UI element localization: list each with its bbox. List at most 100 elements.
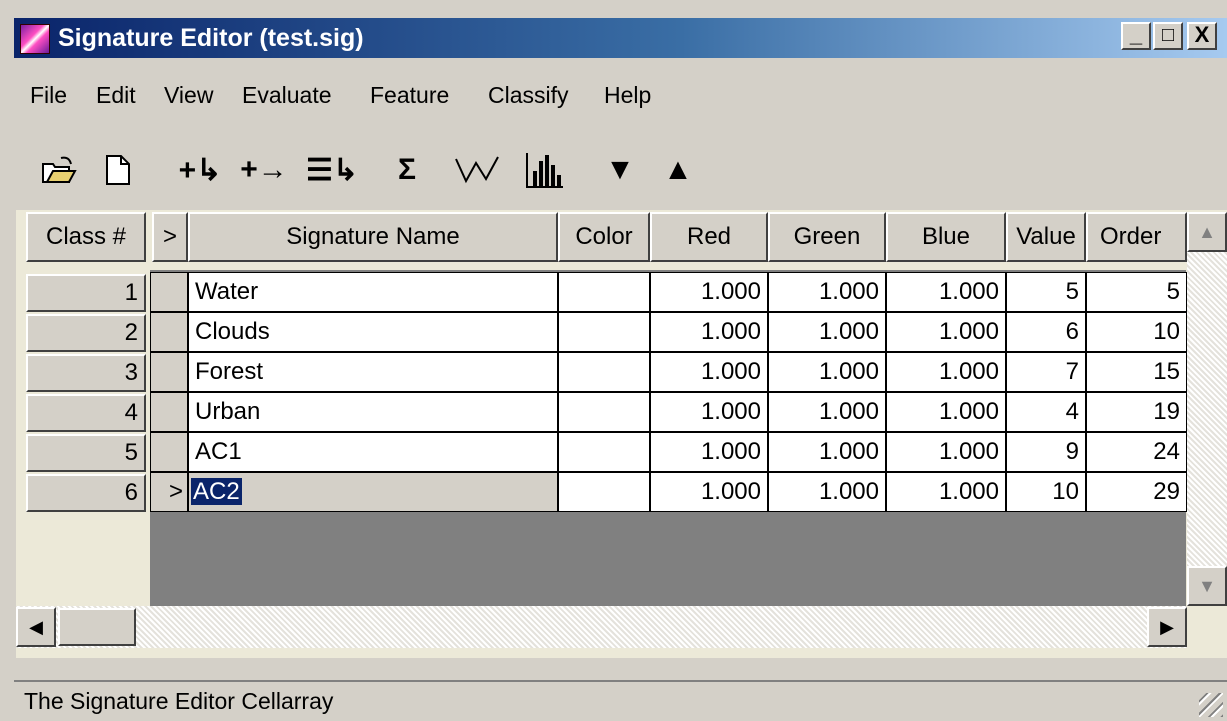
maximize-button[interactable]: □ <box>1153 22 1183 50</box>
row-marker[interactable] <box>150 312 188 352</box>
cell-value[interactable]: 10 <box>1006 472 1086 512</box>
cell-value[interactable]: 7 <box>1006 352 1086 392</box>
menu-classify[interactable]: Classify <box>488 82 569 109</box>
cell-blue[interactable]: 1.000 <box>886 392 1006 432</box>
cell-color[interactable] <box>558 312 650 352</box>
menu-file[interactable]: File <box>30 82 67 109</box>
scroll-right-icon[interactable]: ▶ <box>1147 607 1187 647</box>
move-down-icon[interactable]: ▼ <box>596 142 644 198</box>
cell-order[interactable]: 15 <box>1086 352 1187 392</box>
cell-order[interactable]: 10 <box>1086 312 1187 352</box>
cell-value[interactable]: 5 <box>1006 272 1086 312</box>
append-icon[interactable]: ☰↳ <box>304 142 360 198</box>
cell-blue[interactable]: 1.000 <box>886 432 1006 472</box>
row-marker[interactable]: > <box>150 472 188 512</box>
scroll-down-icon[interactable]: ▼ <box>1187 566 1227 606</box>
close-button[interactable]: X <box>1187 22 1217 50</box>
row-header[interactable]: 2 <box>26 314 146 352</box>
menu-help[interactable]: Help <box>604 82 651 109</box>
row-marker[interactable] <box>150 272 188 312</box>
status-text: The Signature Editor Cellarray <box>24 688 334 714</box>
title-bar[interactable]: Signature Editor (test.sig) _ □ X <box>14 18 1227 58</box>
header-value[interactable]: Value <box>1006 212 1086 262</box>
cell-red[interactable]: 1.000 <box>650 272 768 312</box>
new-file-icon[interactable] <box>96 142 140 198</box>
resize-grip-icon[interactable] <box>1199 693 1223 717</box>
header-order[interactable]: Order <box>1086 212 1187 262</box>
cell-red[interactable]: 1.000 <box>650 392 768 432</box>
cell-green[interactable]: 1.000 <box>768 472 886 512</box>
cell-red[interactable]: 1.000 <box>650 312 768 352</box>
cell-value[interactable]: 9 <box>1006 432 1086 472</box>
cell-order[interactable]: 29 <box>1086 472 1187 512</box>
cell-green[interactable]: 1.000 <box>768 432 886 472</box>
selected-text: AC2 <box>191 478 242 505</box>
menu-bar: File Edit View Evaluate Feature Classify… <box>14 60 1227 132</box>
header-marker[interactable]: > <box>152 212 188 262</box>
row-marker[interactable] <box>150 432 188 472</box>
horizontal-scroll-thumb[interactable] <box>58 608 136 646</box>
merge-icon[interactable]: +→ <box>236 142 292 198</box>
cell-blue[interactable]: 1.000 <box>886 312 1006 352</box>
cell-color[interactable] <box>558 352 650 392</box>
cell-green[interactable]: 1.000 <box>768 392 886 432</box>
row-marker[interactable] <box>150 352 188 392</box>
move-up-icon[interactable]: ▲ <box>654 142 702 198</box>
histogram-icon[interactable] <box>520 142 570 198</box>
cell-green[interactable]: 1.000 <box>768 272 886 312</box>
menu-evaluate[interactable]: Evaluate <box>242 82 332 109</box>
cell-value[interactable]: 4 <box>1006 392 1086 432</box>
cell-green[interactable]: 1.000 <box>768 312 886 352</box>
cell-red[interactable]: 1.000 <box>650 432 768 472</box>
header-red[interactable]: Red <box>650 212 768 262</box>
cell-order[interactable]: 5 <box>1086 272 1187 312</box>
menu-view[interactable]: View <box>164 82 213 109</box>
signature-editor-window: Signature Editor (test.sig) _ □ X File E… <box>0 0 1227 719</box>
cell-green[interactable]: 1.000 <box>768 352 886 392</box>
cell-red[interactable]: 1.000 <box>650 352 768 392</box>
header-signature-name[interactable]: Signature Name <box>188 212 558 262</box>
row-header[interactable]: 3 <box>26 354 146 392</box>
cell-blue[interactable]: 1.000 <box>886 472 1006 512</box>
header-class-number[interactable]: Class # <box>26 212 146 262</box>
add-row-icon[interactable]: +↳ <box>172 142 228 198</box>
cell-color[interactable] <box>558 472 650 512</box>
open-folder-icon[interactable] <box>34 142 84 198</box>
cell-value[interactable]: 6 <box>1006 312 1086 352</box>
row-header[interactable]: 5 <box>26 434 146 472</box>
cell-blue[interactable]: 1.000 <box>886 352 1006 392</box>
cell-color[interactable] <box>558 392 650 432</box>
sigma-icon[interactable]: Σ <box>384 142 430 198</box>
cell-blue[interactable]: 1.000 <box>886 272 1006 312</box>
cell-signature-name[interactable]: AC1 <box>188 432 558 472</box>
horizontal-scrollbar[interactable]: ◀ ▶ <box>16 606 1187 648</box>
status-bar: The Signature Editor Cellarray <box>14 680 1227 721</box>
cell-order[interactable]: 24 <box>1086 432 1187 472</box>
cell-red[interactable]: 1.000 <box>650 472 768 512</box>
row-marker[interactable] <box>150 392 188 432</box>
cell-color[interactable] <box>558 432 650 472</box>
window-title: Signature Editor (test.sig) <box>58 24 364 52</box>
header-blue[interactable]: Blue <box>886 212 1006 262</box>
cell-signature-name[interactable]: Water <box>188 272 558 312</box>
menu-edit[interactable]: Edit <box>96 82 136 109</box>
scroll-up-icon[interactable]: ▲ <box>1187 212 1227 252</box>
vertical-scrollbar[interactable]: ▲ ▼ <box>1187 212 1227 606</box>
cell-signature-name[interactable]: Urban <box>188 392 558 432</box>
app-icon[interactable] <box>20 24 50 54</box>
minimize-button[interactable]: _ <box>1121 22 1151 50</box>
cell-color[interactable] <box>558 272 650 312</box>
line-chart-icon[interactable] <box>450 142 504 198</box>
cell-signature-name[interactable]: Forest <box>188 352 558 392</box>
cell-signature-name-selected[interactable]: AC2 <box>188 472 558 512</box>
cell-order[interactable]: 19 <box>1086 392 1187 432</box>
header-green[interactable]: Green <box>768 212 886 262</box>
header-color[interactable]: Color <box>558 212 650 262</box>
toolbar: +↳ +→ ☰↳ Σ ▼ ▲ <box>14 140 1227 202</box>
row-header[interactable]: 4 <box>26 394 146 432</box>
cell-signature-name[interactable]: Clouds <box>188 312 558 352</box>
row-header[interactable]: 6 <box>26 474 146 512</box>
row-header[interactable]: 1 <box>26 274 146 312</box>
menu-feature[interactable]: Feature <box>370 82 449 109</box>
scroll-left-icon[interactable]: ◀ <box>16 607 56 647</box>
